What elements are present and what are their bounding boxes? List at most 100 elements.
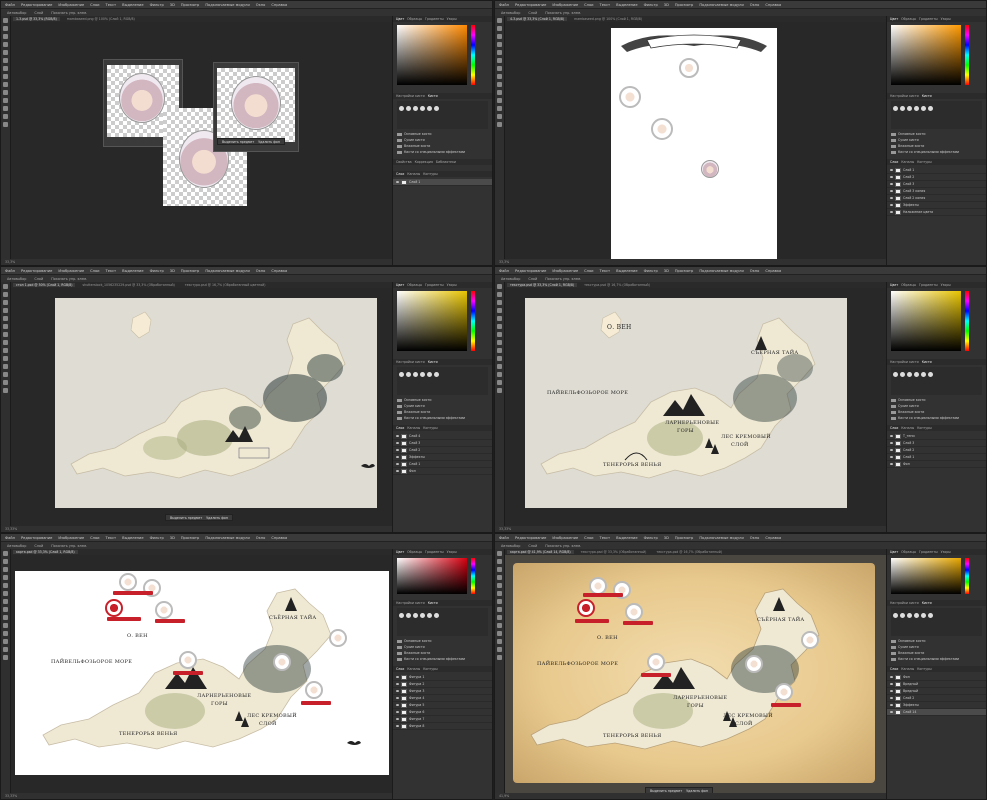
tab-swatches[interactable]: Образцы xyxy=(407,550,422,554)
eraser-tool-icon[interactable] xyxy=(3,90,8,95)
canvas-area[interactable]: Выделить предмет Удалить фон xyxy=(11,288,392,526)
eye-icon[interactable] xyxy=(396,456,399,458)
eye-icon[interactable] xyxy=(396,463,399,465)
menu-item[interactable]: 3D xyxy=(170,3,175,7)
gradient-tool-icon[interactable] xyxy=(497,364,502,369)
eye-icon[interactable] xyxy=(890,711,893,713)
menu-item[interactable]: Справка xyxy=(765,269,781,273)
brush-tip-icon[interactable] xyxy=(914,613,919,618)
crop-tool-icon[interactable] xyxy=(497,583,502,588)
eraser-tool-icon[interactable] xyxy=(497,90,502,95)
menu-item[interactable]: Файл xyxy=(499,536,509,540)
saturation-value-field[interactable] xyxy=(397,291,467,351)
hue-slider[interactable] xyxy=(965,291,969,351)
eye-icon[interactable] xyxy=(890,456,893,458)
healing-tool-icon[interactable] xyxy=(3,66,8,71)
brush-tip-icon[interactable] xyxy=(427,372,432,377)
stamp-tool-icon[interactable] xyxy=(3,615,8,620)
document-canvas[interactable] xyxy=(611,28,777,264)
tab-patterns[interactable]: Узоры xyxy=(941,283,951,287)
zoom-tool-icon[interactable] xyxy=(3,655,8,660)
eye-icon[interactable] xyxy=(890,169,893,171)
tab-color[interactable]: Цвет xyxy=(396,550,404,554)
tab-layers[interactable]: Слои xyxy=(890,160,898,164)
tab-brush-settings[interactable]: Настройки кисти xyxy=(396,360,425,364)
tab-channels[interactable]: Каналы xyxy=(901,426,914,430)
layer-row[interactable]: Слой 1 xyxy=(393,179,492,186)
menu-item[interactable]: Окно xyxy=(750,269,760,273)
magic-wand-tool-icon[interactable] xyxy=(497,308,502,313)
text-tool-icon[interactable] xyxy=(3,106,8,111)
crop-tool-icon[interactable] xyxy=(3,316,8,321)
crop-tool-icon[interactable] xyxy=(3,583,8,588)
eye-icon[interactable] xyxy=(396,697,399,699)
move-tool-icon[interactable] xyxy=(3,18,8,23)
menu-item[interactable]: Слои xyxy=(90,3,99,7)
brush-tip-icon[interactable] xyxy=(399,106,404,111)
stamp-tool-icon[interactable] xyxy=(497,615,502,620)
color-picker[interactable] xyxy=(397,558,488,598)
eye-icon[interactable] xyxy=(396,435,399,437)
hand-tool-icon[interactable] xyxy=(497,380,502,385)
tab-brushes[interactable]: Кисти xyxy=(922,601,932,605)
tab-swatches[interactable]: Образцы xyxy=(901,550,916,554)
brush-tip-icon[interactable] xyxy=(907,372,912,377)
layer-row[interactable]: Фигура 3 xyxy=(393,688,492,695)
menu-item[interactable]: Выделение xyxy=(616,269,637,273)
menu-item[interactable]: Справка xyxy=(765,3,781,7)
brush-tip-icon[interactable] xyxy=(893,106,898,111)
tab-gradients[interactable]: Градиенты xyxy=(425,283,444,287)
menu-item[interactable]: Редактирование xyxy=(21,536,52,540)
canvas-area[interactable]: Выделить предмет Удалить фон xyxy=(11,22,392,259)
menu-item[interactable]: Справка xyxy=(271,3,287,7)
brush-tip-icon[interactable] xyxy=(427,106,432,111)
eye-icon[interactable] xyxy=(890,176,893,178)
document-tab[interactable]: карта.psd @ 41,9% (Слой 14, RGB/8) xyxy=(507,550,574,554)
tab-patterns[interactable]: Узоры xyxy=(941,550,951,554)
marquee-tool-icon[interactable] xyxy=(3,292,8,297)
menu-item[interactable]: Просмотр xyxy=(675,3,693,7)
layer-row[interactable]: Слой 2 xyxy=(887,695,986,702)
text-tool-icon[interactable] xyxy=(3,639,8,644)
auto-select-option[interactable]: Автовыбор xyxy=(7,277,26,281)
tab-swatches[interactable]: Образцы xyxy=(901,17,916,21)
layer-row[interactable]: Слой 2 копия xyxy=(887,195,986,202)
tab-patterns[interactable]: Узоры xyxy=(447,17,457,21)
menu-item[interactable]: Редактирование xyxy=(21,269,52,273)
eye-icon[interactable] xyxy=(890,197,893,199)
magic-wand-tool-icon[interactable] xyxy=(497,42,502,47)
color-picker[interactable] xyxy=(397,291,488,357)
menu-item[interactable]: Редактирование xyxy=(21,3,52,7)
zoom-tool-icon[interactable] xyxy=(497,655,502,660)
map-canvas[interactable]: О. ВЕН СЪЁРНАЯ ТАЙА ПАЙВЕЛЬФОЗЬОРОЕ МОРЕ… xyxy=(15,571,389,775)
menu-item[interactable]: Файл xyxy=(499,3,509,7)
layer-row[interactable]: Эффекты xyxy=(887,702,986,709)
tab-color[interactable]: Цвет xyxy=(890,283,898,287)
hue-slider[interactable] xyxy=(471,291,475,351)
layer-row[interactable]: Фигура 8 xyxy=(393,723,492,730)
menu-item[interactable]: Подключаемые модули xyxy=(699,3,743,7)
magic-wand-tool-icon[interactable] xyxy=(497,575,502,580)
show-controls-option[interactable]: Показать упр. элем. xyxy=(51,11,87,15)
move-tool-icon[interactable] xyxy=(497,551,502,556)
eye-icon[interactable] xyxy=(396,442,399,444)
menu-item[interactable]: Редактирование xyxy=(515,269,546,273)
color-picker[interactable] xyxy=(891,558,982,598)
menu-item[interactable]: Изображение xyxy=(58,536,84,540)
eye-icon[interactable] xyxy=(890,676,893,678)
healing-tool-icon[interactable] xyxy=(497,332,502,337)
tab-swatches[interactable]: Образцы xyxy=(901,283,916,287)
menu-item[interactable]: Подключаемые модули xyxy=(205,3,249,7)
saturation-value-field[interactable] xyxy=(891,291,961,351)
canvas-area[interactable] xyxy=(505,22,886,264)
menu-item[interactable]: Окно xyxy=(750,536,760,540)
auto-select-option[interactable]: Автовыбор xyxy=(7,544,26,548)
hue-slider[interactable] xyxy=(965,25,969,85)
lasso-tool-icon[interactable] xyxy=(497,300,502,305)
stamp-tool-icon[interactable] xyxy=(3,348,8,353)
eye-icon[interactable] xyxy=(396,683,399,685)
remove-background-button[interactable]: Удалить фон xyxy=(258,140,280,144)
brush-tip-icon[interactable] xyxy=(900,613,905,618)
brush-tip-icon[interactable] xyxy=(921,372,926,377)
brush-tip-icon[interactable] xyxy=(900,372,905,377)
